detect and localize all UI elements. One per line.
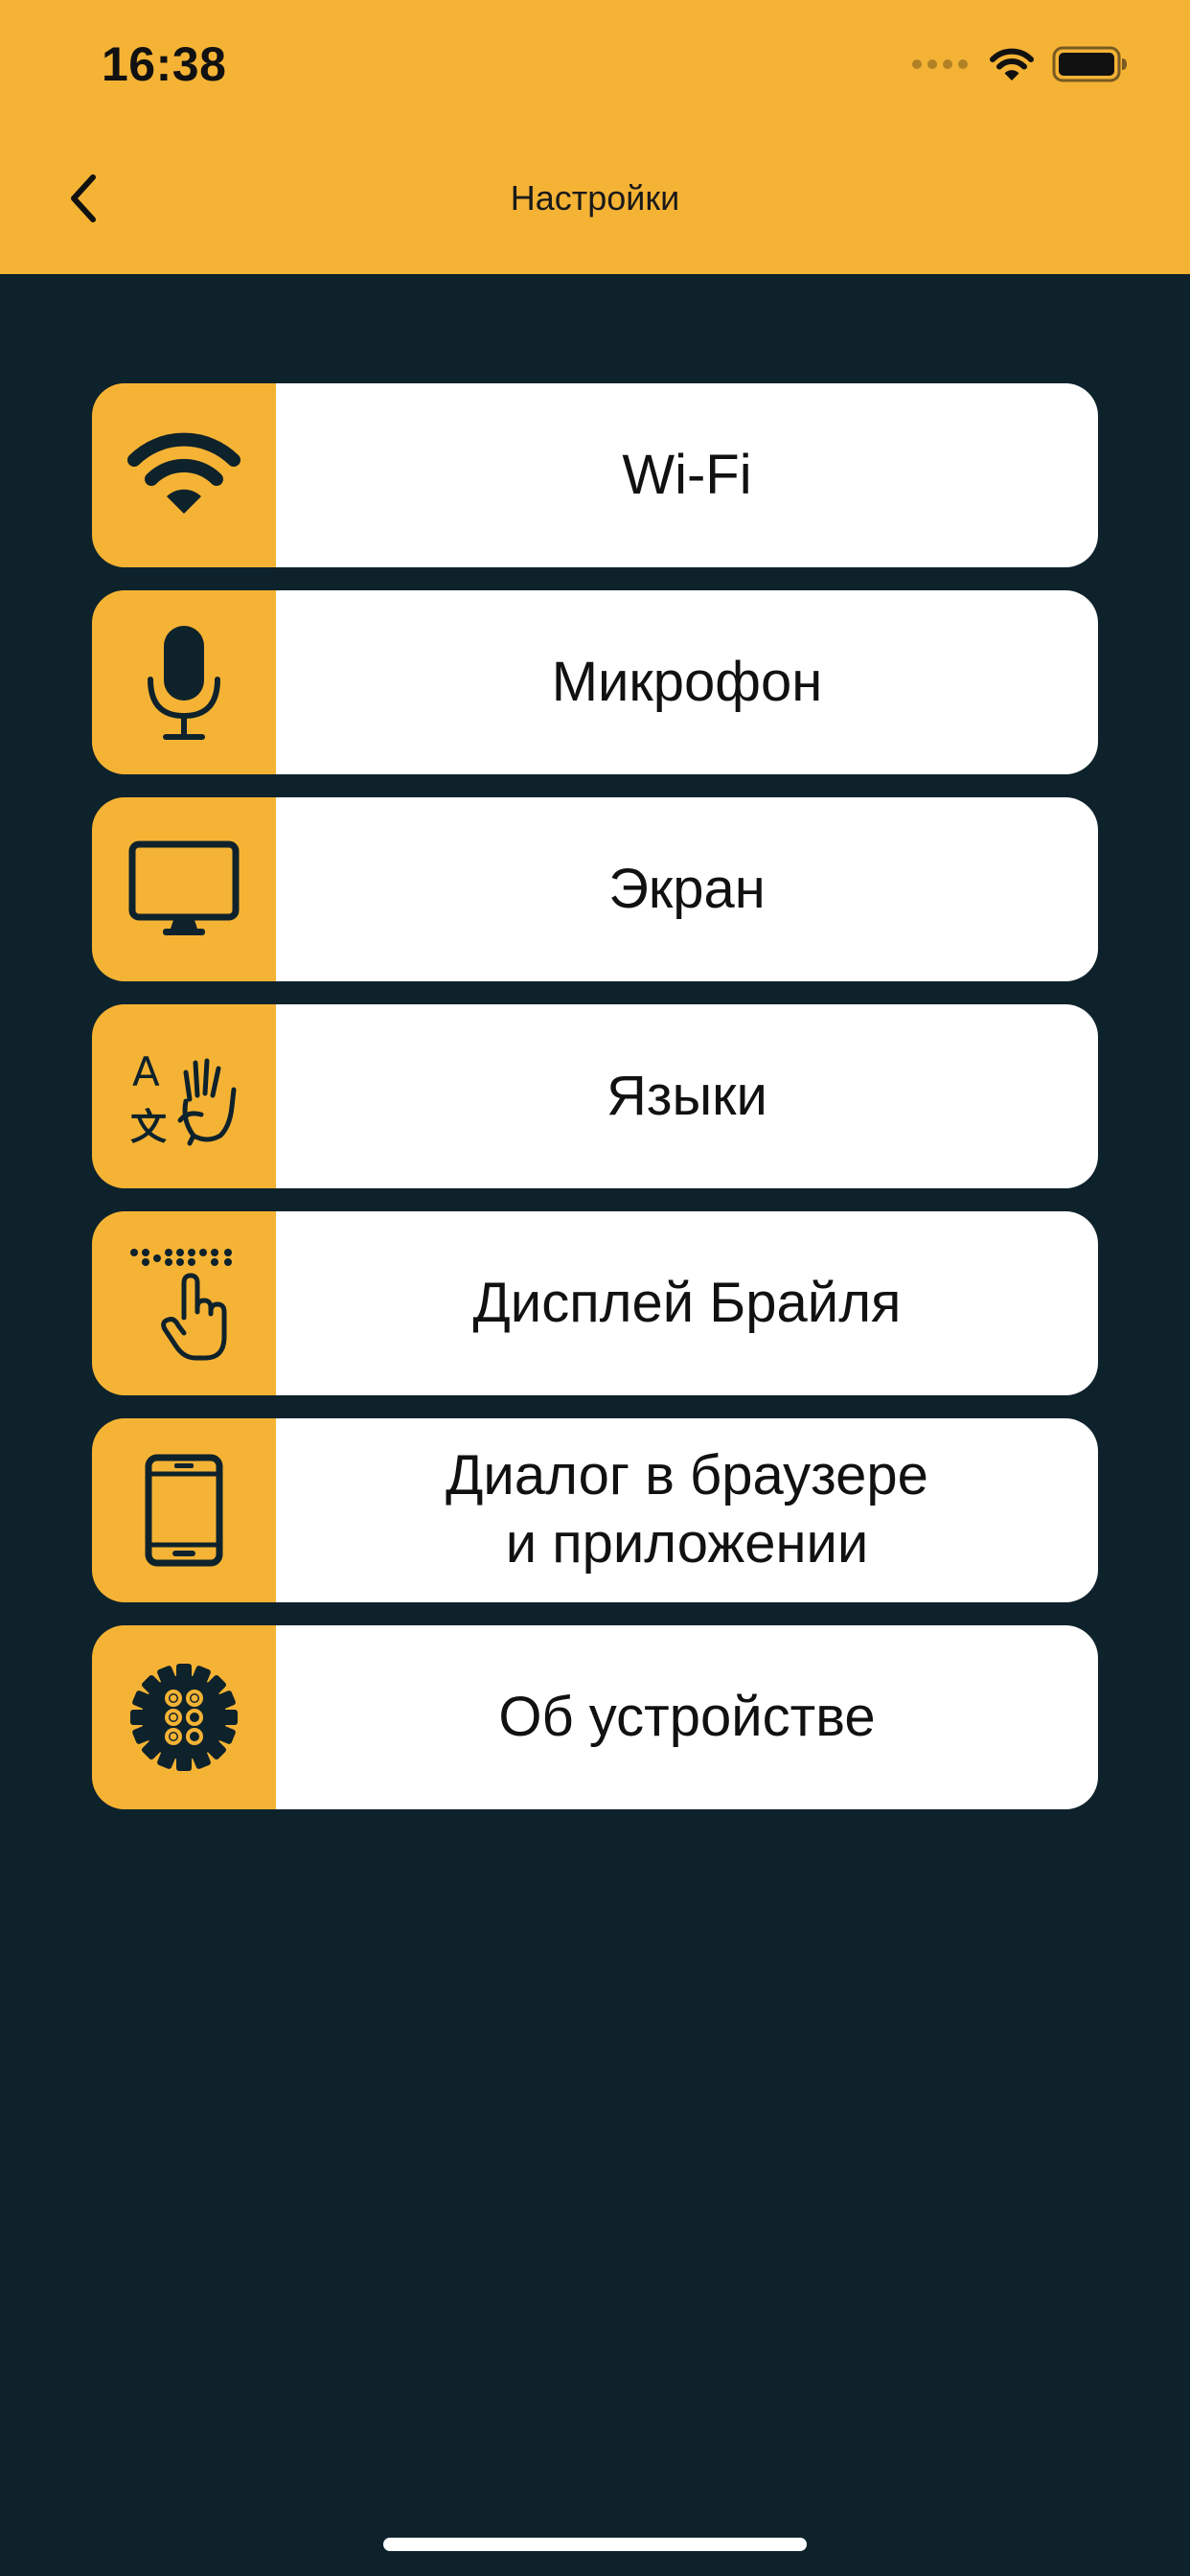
menu-item-label: Об устройстве	[276, 1625, 1098, 1809]
home-indicator[interactable]	[383, 2538, 807, 2551]
menu-item-languages[interactable]: A 文 Языки	[92, 1004, 1098, 1188]
app-header: 16:38 Настройки	[0, 0, 1190, 274]
status-icons	[912, 42, 1129, 86]
wifi-icon	[127, 432, 240, 514]
menu-item-label: Языки	[276, 1004, 1098, 1188]
smartphone-icon	[145, 1454, 223, 1567]
language-sign-icon: A 文	[130, 1048, 237, 1148]
wifi-icon	[990, 48, 1034, 80]
menu-item-about-device[interactable]: Об устройстве	[92, 1625, 1098, 1809]
device-gear-icon	[130, 1664, 238, 1771]
menu-item-label: Wi-Fi	[276, 383, 1098, 567]
battery-icon	[1052, 46, 1127, 82]
menu-item-microphone[interactable]: Микрофон	[92, 590, 1098, 774]
menu-item-braille-display[interactable]: Дисплей Брайля	[92, 1211, 1098, 1395]
svg-text:文: 文	[130, 1106, 167, 1148]
menu-item-label: Микрофон	[276, 590, 1098, 774]
menu-item-wifi[interactable]: Wi-Fi	[92, 383, 1098, 567]
menu-item-screen[interactable]: Экран	[92, 797, 1098, 981]
svg-text:A: A	[132, 1048, 160, 1095]
menu-item-browser-dialog[interactable]: Диалог в браузере и приложении	[92, 1418, 1098, 1602]
menu-item-label: Диалог в браузере и приложении	[276, 1418, 1098, 1602]
microphone-icon	[148, 626, 220, 740]
menu-item-label: Экран	[276, 797, 1098, 981]
braille-touch-icon	[130, 1249, 232, 1361]
status-time: 16:38	[102, 37, 227, 91]
settings-menu: Wi-Fi Микрофон Экран A 文 Языки Дисплей Б…	[92, 383, 1098, 1832]
menu-item-label: Дисплей Брайля	[276, 1211, 1098, 1395]
cellular-signal-icon	[912, 59, 968, 69]
monitor-icon	[128, 840, 240, 935]
page-title: Настройки	[510, 178, 680, 218]
